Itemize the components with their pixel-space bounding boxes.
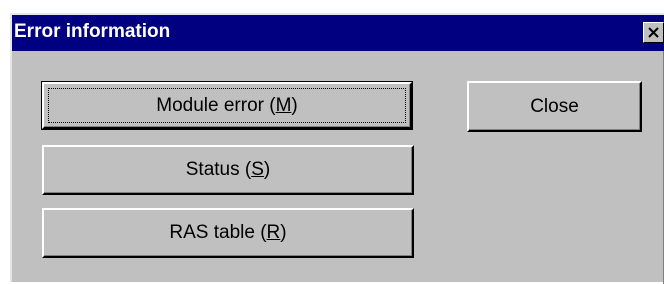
close-icon bbox=[648, 27, 659, 38]
titlebar-close-button[interactable] bbox=[643, 22, 664, 43]
window-title: Error information bbox=[14, 21, 171, 42]
ras-table-label: RAS table (R) bbox=[169, 222, 287, 243]
status-button[interactable]: Status (S) bbox=[42, 145, 414, 195]
close-label: Close bbox=[530, 95, 579, 117]
close-button[interactable]: Close bbox=[467, 81, 642, 132]
error-information-dialog: Error information Module error (M) Statu… bbox=[10, 13, 664, 284]
module-error-label: Module error (M) bbox=[156, 94, 298, 116]
title-bar[interactable]: Error information bbox=[12, 15, 664, 51]
module-error-button[interactable]: Module error (M) bbox=[41, 81, 413, 130]
ras-table-button[interactable]: RAS table (R) bbox=[42, 208, 414, 258]
status-label: Status (S) bbox=[185, 159, 271, 180]
